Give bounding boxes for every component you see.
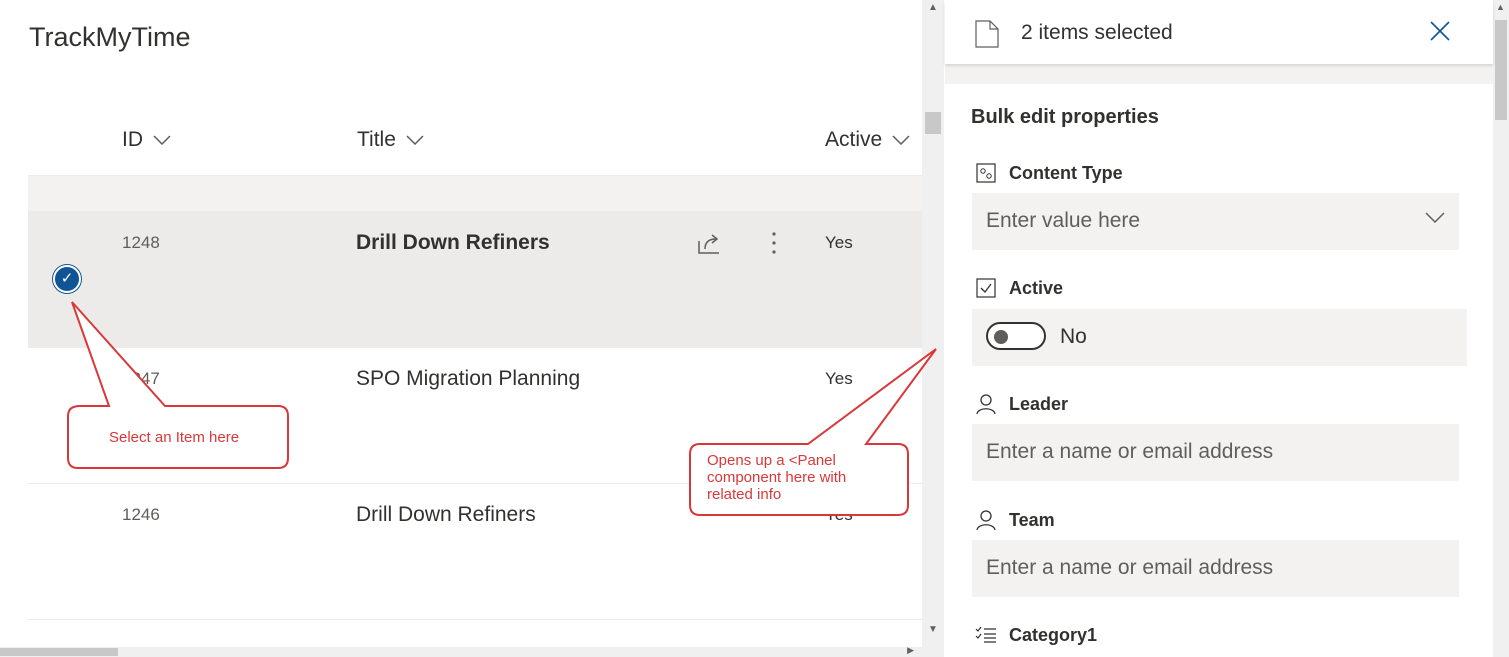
scroll-up-arrow-icon[interactable]: ▲ xyxy=(1496,2,1505,12)
team-placeholder: Enter a name or email address xyxy=(986,556,1274,579)
leader-placeholder: Enter a name or email address xyxy=(986,440,1274,463)
column-header-title[interactable]: Title xyxy=(357,128,424,152)
checklist-icon xyxy=(975,624,997,646)
callout-line: Opens up a <Panel xyxy=(707,452,836,469)
column-header-id[interactable]: ID xyxy=(122,128,171,152)
section-title: Bulk edit properties xyxy=(971,106,1159,128)
list-view: TrackMyTime ID Title Active ✓ 1248 Drill… xyxy=(0,0,922,657)
cell-active: Yes xyxy=(825,233,853,252)
list-vertical-scrollbar[interactable]: ▲ ▼ xyxy=(922,0,944,657)
field-label-active: Active xyxy=(975,277,1063,299)
cell-title[interactable]: Drill Down Refiners xyxy=(356,503,536,527)
content-type-dropdown[interactable]: Enter value here xyxy=(972,193,1459,250)
toggle-knob xyxy=(994,330,1008,344)
table-row[interactable]: 1246 Drill Down Refiners Yes xyxy=(28,483,922,620)
callout-text-select-item: Select an Item here xyxy=(109,429,240,446)
active-toggle[interactable] xyxy=(986,322,1046,350)
row-checkmark-icon[interactable]: ✓ xyxy=(53,265,81,293)
column-header-label: Title xyxy=(357,128,396,151)
cell-active: Yes xyxy=(825,505,853,524)
scrollbar-thumb[interactable] xyxy=(925,112,941,134)
scroll-right-arrow-icon[interactable]: ▶ xyxy=(907,645,914,656)
field-label-category1: Category1 xyxy=(975,624,1097,646)
chevron-down-icon xyxy=(406,132,424,148)
field-label-team: Team xyxy=(975,509,1055,531)
panel-body: Bulk edit properties Content Type Enter … xyxy=(945,84,1493,657)
cell-active: Yes xyxy=(825,369,853,388)
active-toggle-field: No xyxy=(972,309,1467,366)
table-row[interactable]: ✓ 1248 Drill Down Refiners Yes xyxy=(28,211,922,348)
column-header-label: Active xyxy=(825,128,883,151)
horizontal-scrollbar[interactable]: ▶ xyxy=(0,645,922,657)
row-actions xyxy=(696,229,788,257)
scrollbar-thumb[interactable] xyxy=(1495,20,1507,120)
document-icon xyxy=(975,20,999,53)
column-header-active[interactable]: Active xyxy=(825,128,910,152)
chevron-down-icon xyxy=(153,132,171,148)
field-label-leader: Leader xyxy=(975,393,1068,415)
scrollbar-thumb[interactable] xyxy=(0,648,118,656)
toggle-state-text: No xyxy=(1060,325,1087,348)
content-type-placeholder: Enter value here xyxy=(986,209,1141,232)
page-title: TrackMyTime xyxy=(29,22,191,52)
bulk-edit-panel: 2 items selected Bulk edit properties Co… xyxy=(945,0,1493,657)
panel-header: 2 items selected xyxy=(945,0,1493,64)
selection-count: 2 items selected xyxy=(1021,21,1173,44)
close-icon[interactable] xyxy=(1429,20,1451,47)
chevron-down-icon xyxy=(892,132,910,148)
panel-header-band xyxy=(945,64,1493,84)
share-icon[interactable] xyxy=(696,229,724,257)
checkbox-icon xyxy=(975,277,997,299)
cell-title[interactable]: SPO Migration Planning xyxy=(356,367,580,391)
leader-people-picker[interactable]: Enter a name or email address xyxy=(972,424,1459,481)
content-type-icon xyxy=(975,162,997,184)
panel-vertical-scrollbar[interactable]: ▲ xyxy=(1493,0,1509,657)
field-label-content-type: Content Type xyxy=(975,162,1123,184)
callout-line: component here with xyxy=(707,469,847,486)
callout-line: related info xyxy=(707,486,782,503)
scroll-down-arrow-icon[interactable]: ▼ xyxy=(928,624,938,635)
cell-id: 1247 xyxy=(122,369,160,388)
person-icon xyxy=(975,509,997,531)
cell-id: 1246 xyxy=(122,505,160,524)
header-divider xyxy=(28,175,922,212)
person-icon xyxy=(975,393,997,415)
cell-id: 1248 xyxy=(122,233,160,252)
more-vertical-icon[interactable] xyxy=(760,229,788,257)
scroll-up-arrow-icon[interactable]: ▲ xyxy=(928,2,938,13)
callout-text-opens-panel: Opens up a <Panel component here with re… xyxy=(707,452,846,503)
team-people-picker[interactable]: Enter a name or email address xyxy=(972,540,1459,597)
chevron-down-icon xyxy=(1425,211,1445,229)
cell-title[interactable]: Drill Down Refiners xyxy=(356,231,550,255)
column-header-label: ID xyxy=(122,128,143,151)
